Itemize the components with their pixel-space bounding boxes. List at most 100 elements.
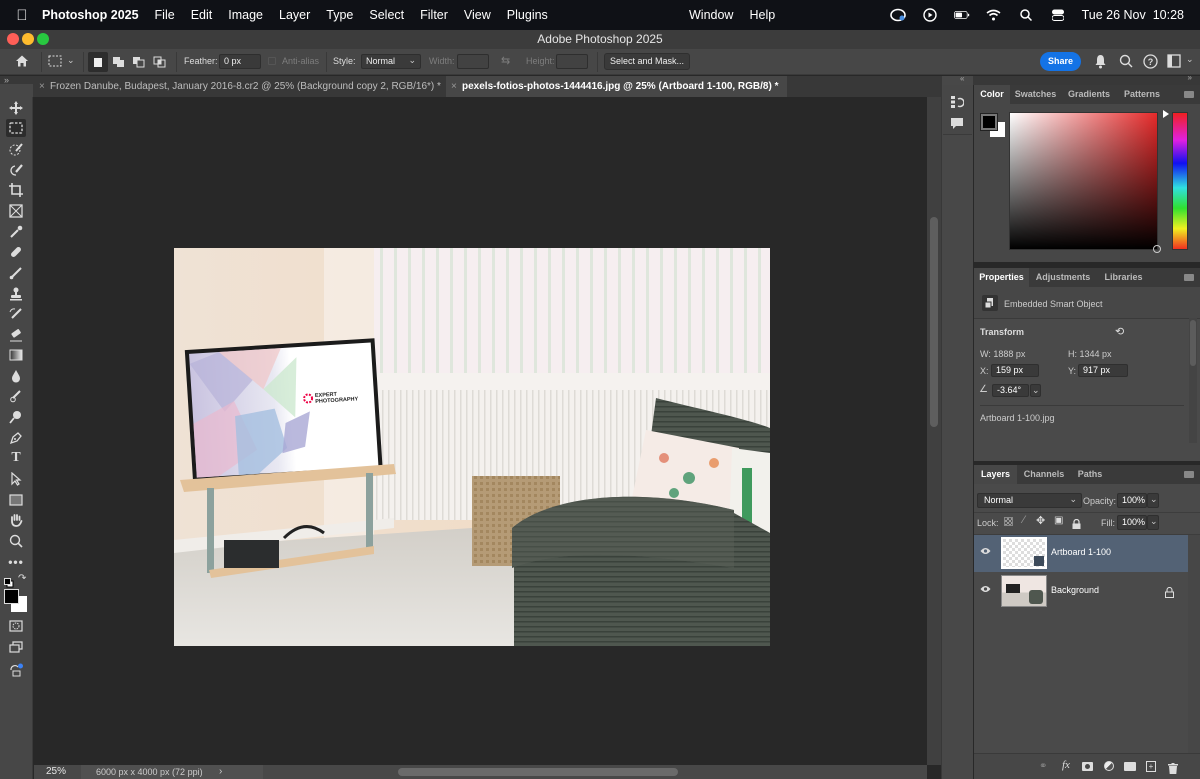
- smudge-tool[interactable]: [6, 387, 26, 405]
- chevron-down-icon[interactable]: ⌄: [1186, 54, 1194, 65]
- layer-name[interactable]: Artboard 1-100: [1051, 547, 1111, 557]
- share-button[interactable]: Share: [1040, 52, 1081, 71]
- zoom-level[interactable]: 25%: [46, 766, 66, 777]
- new-layer-icon[interactable]: +: [1146, 761, 1156, 772]
- document-image[interactable]: EXPERT PHOTOGRAPHY: [174, 248, 770, 646]
- link-layers-icon[interactable]: ⚭: [1039, 761, 1047, 772]
- generative-workspace-icon[interactable]: [6, 661, 26, 679]
- move-tool[interactable]: [6, 99, 26, 117]
- feather-input[interactable]: 0 px: [219, 54, 261, 69]
- pen-tool[interactable]: [6, 429, 26, 447]
- tab-channels[interactable]: Channels: [1018, 465, 1070, 484]
- tab-color[interactable]: Color: [974, 85, 1010, 104]
- width-input[interactable]: [457, 54, 489, 69]
- add-mask-icon[interactable]: [1082, 762, 1093, 771]
- rectangular-marquee-tool[interactable]: [6, 119, 26, 137]
- tab-pexels-fotios[interactable]: × pexels-fotios-photos-1444416.jpg @ 25%…: [446, 76, 787, 97]
- tab-patterns[interactable]: Patterns: [1116, 85, 1168, 104]
- tab-paths[interactable]: Paths: [1071, 465, 1109, 484]
- tab-adjustments[interactable]: Adjustments: [1030, 268, 1096, 287]
- eraser-tool[interactable]: [6, 326, 26, 344]
- search-icon[interactable]: [1119, 54, 1133, 70]
- help-icon[interactable]: ?: [1143, 54, 1158, 71]
- foreground-color-chip[interactable]: [980, 113, 998, 131]
- menu-filter[interactable]: Filter: [420, 8, 448, 22]
- menu-help[interactable]: Help: [749, 8, 775, 22]
- lock-position-icon[interactable]: ✥: [1036, 514, 1045, 527]
- vertical-scrollbar[interactable]: [927, 97, 941, 765]
- spot-healing-brush-tool[interactable]: [6, 243, 26, 261]
- layer-effects-fx-icon[interactable]: fx: [1062, 759, 1070, 771]
- adjustment-layer-icon[interactable]: [1104, 761, 1114, 771]
- lock-image-pixels-icon[interactable]: ⁄: [1023, 514, 1025, 526]
- properties-scrollbar[interactable]: [1189, 318, 1197, 443]
- delete-layer-trash-icon[interactable]: [1168, 761, 1178, 779]
- menu-view[interactable]: View: [464, 8, 491, 22]
- add-to-selection-button[interactable]: [110, 52, 128, 74]
- status-chevron-right-icon[interactable]: ›: [219, 766, 222, 777]
- reset-transform-icon[interactable]: ⟲: [1115, 325, 1124, 338]
- edit-toolbar-more-icon[interactable]: •••: [6, 553, 26, 571]
- new-selection-button[interactable]: [88, 52, 108, 72]
- layer-name[interactable]: Background: [1051, 585, 1099, 595]
- chevron-down-icon[interactable]: ⌄: [67, 55, 75, 66]
- y-position-input[interactable]: 917 px: [1078, 364, 1128, 377]
- fill-dropdown-chevron-icon[interactable]: ⌄: [1147, 515, 1159, 530]
- control-center-icon[interactable]: [1050, 7, 1066, 23]
- select-and-mask-button[interactable]: Select and Mask...: [604, 53, 690, 70]
- close-tab-icon[interactable]: ×: [39, 76, 45, 97]
- clock-datetime[interactable]: Tue 26 Nov 10:28: [1082, 8, 1184, 22]
- quick-selection-tool[interactable]: [6, 161, 26, 179]
- screen-mode-icon[interactable]: [6, 638, 26, 656]
- visibility-eye-icon[interactable]: [980, 585, 991, 596]
- layer-row-background[interactable]: Background: [974, 573, 1188, 610]
- color-picker-cursor[interactable]: [1153, 245, 1161, 253]
- lock-artboard-icon[interactable]: ▣: [1054, 515, 1063, 526]
- comments-panel-icon[interactable]: [950, 117, 964, 135]
- color-field[interactable]: [1009, 112, 1161, 253]
- tab-layers[interactable]: Layers: [974, 465, 1017, 484]
- gradient-tool[interactable]: [6, 346, 26, 364]
- history-panel-icon[interactable]: [950, 95, 965, 114]
- menu-image[interactable]: Image: [228, 8, 263, 22]
- quick-mask-icon[interactable]: [6, 617, 26, 635]
- menu-edit[interactable]: Edit: [191, 8, 213, 22]
- rotation-angle-input[interactable]: -3.64°: [992, 384, 1029, 397]
- swap-width-height-icon[interactable]: ⇆: [501, 54, 510, 67]
- new-group-folder-icon[interactable]: [1124, 762, 1136, 771]
- intersect-selection-button[interactable]: [151, 52, 169, 74]
- subtract-from-selection-button[interactable]: [130, 52, 148, 74]
- blur-tool[interactable]: [6, 367, 26, 385]
- hand-tool[interactable]: [6, 511, 26, 529]
- layer-row-artboard[interactable]: Artboard 1-100: [974, 535, 1188, 572]
- battery-icon[interactable]: [953, 7, 970, 23]
- opacity-input[interactable]: 100%: [1117, 493, 1147, 508]
- play-circle-icon[interactable]: [922, 7, 938, 23]
- apple-icon[interactable]: : [15, 7, 29, 24]
- style-select[interactable]: Normal ⌄: [361, 54, 421, 69]
- swap-colors-icon[interactable]: ↷: [18, 573, 26, 584]
- object-selection-tool[interactable]: [6, 140, 26, 158]
- eyedropper-tool[interactable]: [6, 223, 26, 241]
- tab-properties[interactable]: Properties: [974, 268, 1029, 287]
- panel-menu-icon[interactable]: [1184, 274, 1194, 281]
- minimize-window-button[interactable]: [22, 33, 34, 45]
- workspace-icon[interactable]: [1167, 54, 1181, 70]
- hue-slider[interactable]: [1172, 112, 1188, 250]
- panel-menu-icon[interactable]: [1184, 471, 1194, 478]
- menu-select[interactable]: Select: [369, 8, 404, 22]
- tab-libraries[interactable]: Libraries: [1096, 268, 1151, 287]
- notifications-bell-icon[interactable]: [1094, 54, 1107, 71]
- visibility-eye-icon[interactable]: [980, 547, 991, 558]
- type-tool[interactable]: T: [6, 449, 26, 467]
- blend-mode-select[interactable]: Normal ⌄: [977, 493, 1082, 508]
- close-tab-icon[interactable]: ×: [451, 76, 457, 97]
- vertical-scrollbar-thumb[interactable]: [930, 217, 938, 427]
- brush-tool[interactable]: [6, 264, 26, 282]
- clone-stamp-tool[interactable]: [6, 285, 26, 303]
- close-window-button[interactable]: [7, 33, 19, 45]
- opacity-dropdown-chevron-icon[interactable]: ⌄: [1147, 493, 1159, 508]
- foreground-color-swatch[interactable]: [4, 589, 19, 604]
- history-brush-tool[interactable]: [6, 305, 26, 323]
- fill-input[interactable]: 100%: [1117, 515, 1147, 530]
